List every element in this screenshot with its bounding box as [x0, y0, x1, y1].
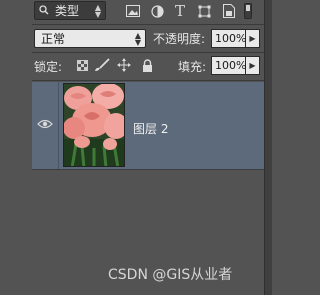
- opacity-dropdown-button[interactable]: ▶: [246, 29, 260, 48]
- divider: [32, 52, 264, 53]
- filter-kind-select[interactable]: 类型 ▲ ▼: [34, 1, 106, 20]
- filter-row: 类型 ▲ ▼ T: [0, 0, 264, 24]
- blend-mode-select[interactable]: 正常 ▲ ▼: [34, 29, 146, 48]
- layer-row-divider: [32, 169, 264, 170]
- adjustment-filter-icon[interactable]: [148, 2, 166, 20]
- fill-value: 100%: [215, 59, 247, 72]
- chevron-right-icon: ▶: [249, 61, 256, 70]
- blend-mode-label: 正常: [41, 32, 66, 46]
- layer-name[interactable]: 图层 2: [133, 120, 168, 137]
- opacity-input[interactable]: 100%: [211, 29, 246, 48]
- type-filter-icon[interactable]: T: [171, 2, 189, 20]
- layer-thumbnail[interactable]: [63, 83, 125, 167]
- chevron-updown-icon: ▲ ▼: [94, 3, 101, 19]
- fill-dropdown-button[interactable]: ▶: [246, 56, 260, 75]
- shape-filter-icon[interactable]: [195, 2, 213, 20]
- filter-kind-label: 类型: [55, 4, 80, 18]
- divider: [32, 80, 264, 81]
- smart-object-filter-icon[interactable]: [220, 2, 238, 20]
- fill-input[interactable]: 100%: [211, 56, 246, 75]
- lock-label: 锁定:: [34, 60, 63, 74]
- layers-panel: 类型 ▲ ▼ T 正常 ▲ ▼ 不透明度: 100% ▶ 锁定: 填充: 100…: [0, 0, 272, 295]
- rose-thumbnail: [64, 84, 124, 166]
- lock-position-icon[interactable]: [116, 57, 132, 73]
- chevron-right-icon: ▶: [249, 34, 256, 43]
- panel-scrollbar[interactable]: [264, 0, 272, 295]
- fill-label: 填充:: [178, 60, 207, 74]
- opacity-value: 100%: [215, 32, 247, 45]
- opacity-label: 不透明度:: [153, 32, 206, 46]
- chevron-updown-icon: ▲ ▼: [134, 31, 141, 47]
- lock-transparent-pixels-icon[interactable]: [74, 57, 90, 73]
- search-icon: [39, 4, 49, 18]
- divider: [32, 24, 264, 25]
- lock-image-pixels-icon[interactable]: [94, 57, 110, 73]
- left-toolbar-strip: [0, 0, 32, 295]
- image-filter-icon[interactable]: [124, 2, 142, 20]
- lock-all-icon[interactable]: [139, 57, 155, 73]
- eye-icon[interactable]: [37, 118, 53, 130]
- filter-toggle-switch[interactable]: [244, 3, 252, 19]
- visibility-column-border: [58, 82, 59, 169]
- watermark-text: CSDN @GIS从业者: [108, 267, 233, 283]
